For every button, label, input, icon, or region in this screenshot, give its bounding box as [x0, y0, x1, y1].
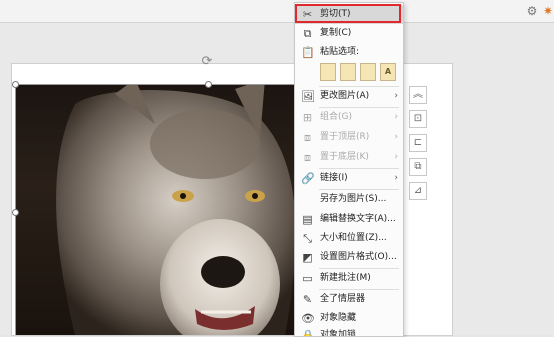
- wolf-image: [56, 84, 296, 335]
- settings-icon[interactable]: ⚙: [525, 4, 539, 18]
- paste-icon: 📋: [301, 46, 315, 59]
- paste-text-only-icon[interactable]: A: [380, 63, 396, 81]
- menu-item-save-as-picture[interactable]: 另存为图片(S)...: [295, 190, 403, 209]
- wolf-picture[interactable]: [15, 84, 304, 335]
- submenu-arrow-icon: ›: [394, 112, 398, 122]
- menu-item-bring-to-front[interactable]: ⧈ 置于顶层(R) ›: [295, 128, 403, 147]
- bring-to-front-icon: ⧈: [304, 131, 311, 144]
- resize-handle[interactable]: [12, 209, 19, 216]
- paste-use-destination-icon[interactable]: [320, 63, 336, 81]
- menu-item-send-to-back[interactable]: ⧈ 置于底层(K) ›: [295, 148, 403, 167]
- resize-icon[interactable]: ⊿: [409, 182, 427, 200]
- paste-keep-source-icon[interactable]: [340, 63, 356, 81]
- submenu-arrow-icon: ›: [394, 91, 398, 101]
- menu-item-paste-options: 📋 粘贴选项:: [301, 46, 360, 59]
- resize-handle[interactable]: [205, 81, 212, 88]
- collapse-icon[interactable]: ︽: [409, 86, 427, 104]
- link-icon: 🔗: [301, 172, 315, 185]
- menu-item-lock-object[interactable]: 🔒 对象加锁: [295, 326, 403, 337]
- app-icon[interactable]: ✷: [541, 4, 554, 18]
- alt-text-icon: ▤: [302, 213, 313, 226]
- resize-handle[interactable]: [12, 81, 19, 88]
- size-position-icon: ⤡: [303, 232, 312, 245]
- menu-item-new-comment[interactable]: ▭ 新建批注(M): [295, 269, 403, 288]
- send-to-back-icon: ⧈: [304, 151, 311, 164]
- rotate-handle-icon[interactable]: ⟳: [200, 55, 214, 69]
- submenu-arrow-icon: ›: [394, 132, 398, 142]
- lock-icon: 🔒: [301, 329, 315, 337]
- format-picture-icon: ◩: [302, 251, 313, 264]
- arrange-icon[interactable]: ⧉: [409, 158, 427, 176]
- highlight-frame: [295, 4, 401, 23]
- copy-icon: ⧉: [303, 27, 312, 40]
- menu-item-change-picture[interactable]: 🖼 更改图片(A) ›: [295, 87, 403, 106]
- menu-item-edit-alt-text[interactable]: ▤ 编辑替换文字(A)...: [295, 210, 403, 229]
- new-comment-icon: ▭: [302, 272, 313, 285]
- crop-icon[interactable]: ⊏: [409, 134, 427, 152]
- context-menu: ✂ 剪切(T) ⧉ 复制(C) 📋 粘贴选项: A 🖼 更改图片(A) › ⊞ …: [294, 2, 404, 337]
- eye-icon: 👁: [301, 312, 315, 325]
- menu-item-format-picture[interactable]: ◩ 设置图片格式(O)...: [295, 248, 403, 267]
- ribbon-bar: ⚙ ✷: [0, 0, 554, 23]
- menu-item-group[interactable]: ⊞ 组合(G) ›: [295, 108, 403, 127]
- menu-item-copy[interactable]: ⧉ 复制(C): [295, 24, 403, 43]
- paste-picture-icon[interactable]: [360, 63, 376, 81]
- edit-icon: ✎: [302, 293, 313, 306]
- group-icon: ⊞: [302, 111, 313, 124]
- change-picture-icon: 🖼: [301, 90, 315, 103]
- menu-item-link[interactable]: 🔗 链接(I) ›: [295, 169, 403, 188]
- paste-options-row: A: [295, 61, 403, 85]
- submenu-arrow-icon: ›: [394, 173, 398, 183]
- submenu-arrow-icon: ›: [394, 152, 398, 162]
- layout-options-icon[interactable]: ⊡: [409, 110, 427, 128]
- menu-item-edit[interactable]: ✎ 全了情层器: [295, 290, 403, 309]
- menu-item-size-position[interactable]: ⤡ 大小和位置(Z)...: [295, 229, 403, 248]
